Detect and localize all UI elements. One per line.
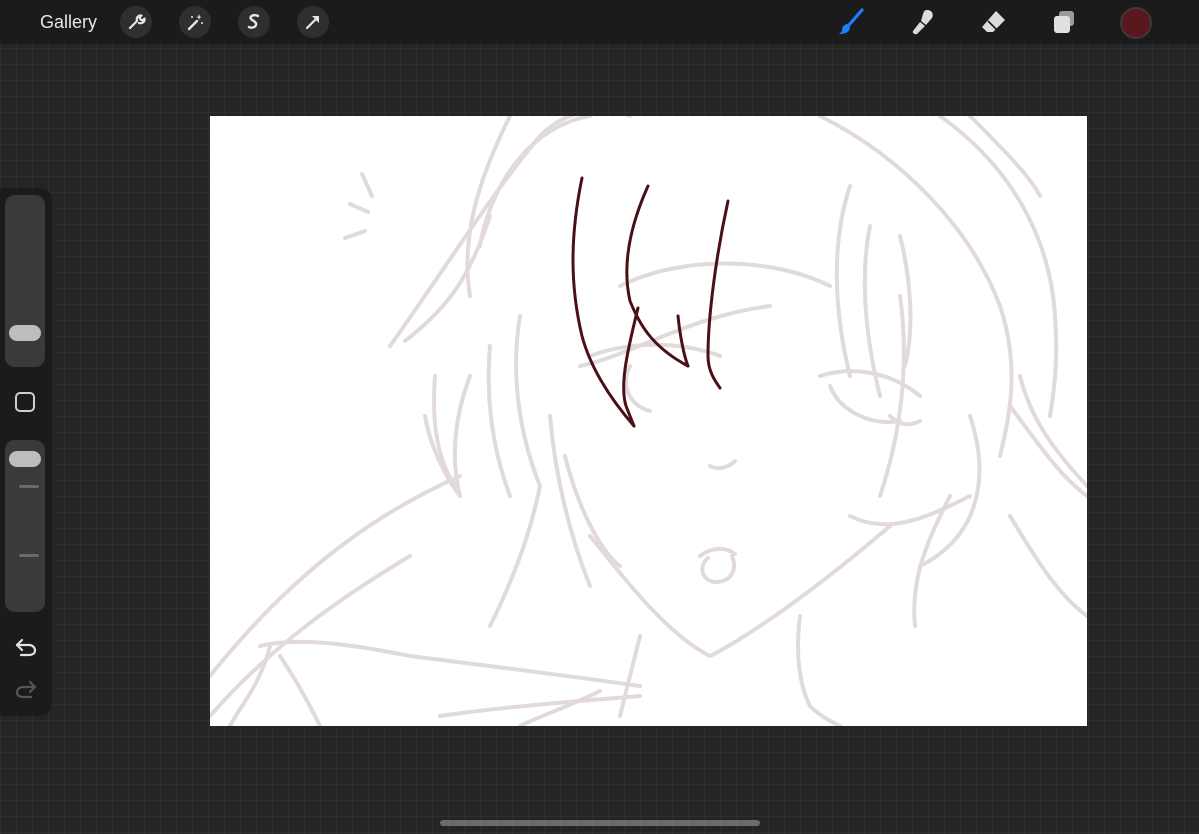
smudge-icon <box>907 7 937 37</box>
transform-arrow-icon <box>303 12 323 32</box>
wrench-icon <box>126 12 146 32</box>
modify-button[interactable] <box>15 392 35 412</box>
undo-button[interactable] <box>14 636 38 658</box>
magic-wand-icon <box>185 12 205 32</box>
opacity-slider[interactable] <box>5 440 45 612</box>
brush-icon <box>836 7 866 37</box>
undo-icon <box>14 638 38 662</box>
opacity-slider-thumb[interactable] <box>9 451 41 468</box>
brush-size-slider-thumb[interactable] <box>9 324 41 341</box>
drawing-canvas[interactable] <box>210 116 1087 726</box>
smudge-button[interactable] <box>905 5 939 39</box>
home-indicator[interactable] <box>440 820 760 826</box>
brush-button[interactable] <box>834 5 868 39</box>
brush-size-slider[interactable] <box>5 195 45 367</box>
sketch-artwork <box>210 116 1087 726</box>
gallery-button[interactable]: Gallery <box>40 11 97 33</box>
color-picker-button[interactable] <box>1120 7 1152 39</box>
eraser-button[interactable] <box>976 5 1010 39</box>
opacity-slider-tick <box>19 554 39 557</box>
opacity-slider-tick <box>19 485 39 488</box>
selection-icon <box>244 12 264 32</box>
top-toolbar: Gallery <box>0 0 1199 44</box>
eraser-icon <box>978 7 1008 37</box>
actions-button[interactable] <box>120 6 152 38</box>
left-sidebar <box>0 188 52 716</box>
layers-button[interactable] <box>1047 5 1081 39</box>
adjustments-button[interactable] <box>179 6 211 38</box>
transform-button[interactable] <box>297 6 329 38</box>
selection-button[interactable] <box>238 6 270 38</box>
redo-icon <box>14 680 38 704</box>
redo-button[interactable] <box>14 678 38 700</box>
layers-icon <box>1049 7 1079 37</box>
